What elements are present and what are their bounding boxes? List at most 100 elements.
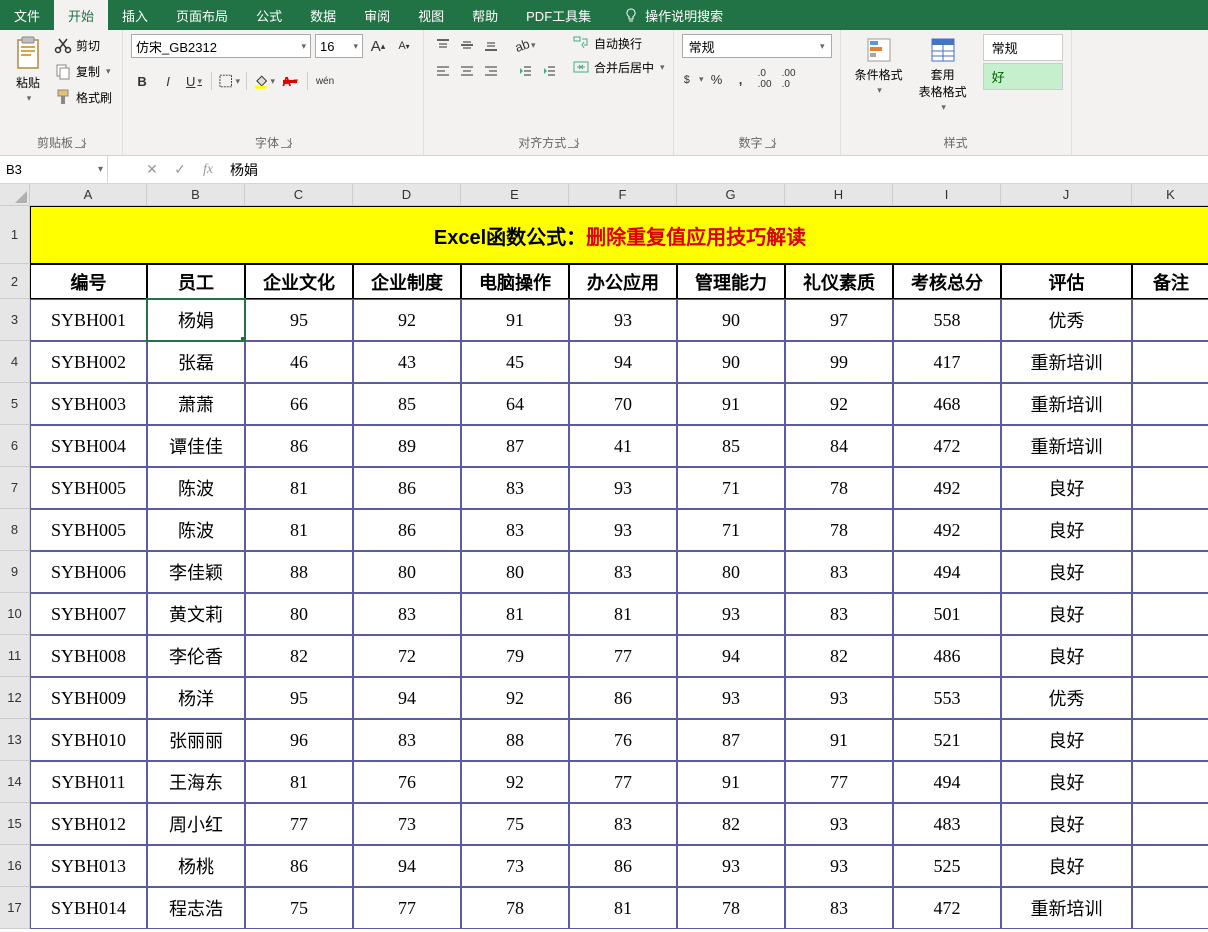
column-header-G[interactable]: G [677,184,785,206]
dialog-launcher-icon[interactable] [765,138,775,148]
cell-D10[interactable]: 83 [353,593,461,635]
cell-F4[interactable]: 94 [569,341,677,383]
header-cell[interactable]: 备注 [1132,264,1208,299]
cell-J11[interactable]: 良好 [1001,635,1132,677]
cell-J12[interactable]: 优秀 [1001,677,1132,719]
cell-A4[interactable]: SYBH002 [30,341,147,383]
cell-K8[interactable] [1132,509,1208,551]
cell-E12[interactable]: 92 [461,677,569,719]
row-header-11[interactable]: 11 [0,635,30,677]
cell-F6[interactable]: 41 [569,425,677,467]
cell-B16[interactable]: 杨桃 [147,845,245,887]
percent-button[interactable]: % [706,68,728,90]
cell-J9[interactable]: 良好 [1001,551,1132,593]
cell-D14[interactable]: 76 [353,761,461,803]
cell-B9[interactable]: 李佳颖 [147,551,245,593]
header-cell[interactable]: 礼仪素质 [785,264,893,299]
cell-D5[interactable]: 85 [353,383,461,425]
ribbon-tab-9[interactable]: PDF工具集 [512,0,605,30]
ribbon-tab-7[interactable]: 视图 [404,0,458,30]
cell-J16[interactable]: 良好 [1001,845,1132,887]
cell-C14[interactable]: 81 [245,761,353,803]
cell-K9[interactable] [1132,551,1208,593]
row-header-1[interactable]: 1 [0,206,30,264]
cell-D17[interactable]: 77 [353,887,461,929]
merge-center-button[interactable]: 合并后居中▾ [572,58,665,76]
header-cell[interactable]: 企业文化 [245,264,353,299]
cell-C9[interactable]: 88 [245,551,353,593]
cell-K14[interactable] [1132,761,1208,803]
cell-C6[interactable]: 86 [245,425,353,467]
cell-A9[interactable]: SYBH006 [30,551,147,593]
cell-J7[interactable]: 良好 [1001,467,1132,509]
row-header-16[interactable]: 16 [0,845,30,887]
header-cell[interactable]: 管理能力 [677,264,785,299]
cell-I4[interactable]: 417 [893,341,1001,383]
cell-B12[interactable]: 杨洋 [147,677,245,719]
align-middle-button[interactable] [456,34,478,56]
cell-A13[interactable]: SYBH010 [30,719,147,761]
cell-K4[interactable] [1132,341,1208,383]
cell-G5[interactable]: 91 [677,383,785,425]
cell-G17[interactable]: 78 [677,887,785,929]
cell-K3[interactable] [1132,299,1208,341]
cell-G6[interactable]: 85 [677,425,785,467]
cell-K10[interactable] [1132,593,1208,635]
row-header-13[interactable]: 13 [0,719,30,761]
cell-F16[interactable]: 86 [569,845,677,887]
cell-H4[interactable]: 99 [785,341,893,383]
cell-C10[interactable]: 80 [245,593,353,635]
row-header-14[interactable]: 14 [0,761,30,803]
align-bottom-button[interactable] [480,34,502,56]
align-left-button[interactable] [432,60,454,82]
column-header-C[interactable]: C [245,184,353,206]
header-cell[interactable]: 编号 [30,264,147,299]
cell-E17[interactable]: 78 [461,887,569,929]
cell-J17[interactable]: 重新培训 [1001,887,1132,929]
cell-E14[interactable]: 92 [461,761,569,803]
cell-H10[interactable]: 83 [785,593,893,635]
cell-G3[interactable]: 90 [677,299,785,341]
column-header-I[interactable]: I [893,184,1001,206]
cell-G4[interactable]: 90 [677,341,785,383]
cell-E15[interactable]: 75 [461,803,569,845]
cell-I12[interactable]: 553 [893,677,1001,719]
column-header-J[interactable]: J [1001,184,1132,206]
ribbon-tab-6[interactable]: 审阅 [350,0,404,30]
cell-I8[interactable]: 492 [893,509,1001,551]
cell-C3[interactable]: 95 [245,299,353,341]
cell-G12[interactable]: 93 [677,677,785,719]
cell-A6[interactable]: SYBH004 [30,425,147,467]
ribbon-tab-3[interactable]: 页面布局 [162,0,242,30]
cell-A14[interactable]: SYBH011 [30,761,147,803]
grow-font-button[interactable]: A▴ [367,35,389,57]
row-header-4[interactable]: 4 [0,341,30,383]
cell-C12[interactable]: 95 [245,677,353,719]
enter-formula-button[interactable]: ✓ [166,156,194,183]
cell-E4[interactable]: 45 [461,341,569,383]
cell-K5[interactable] [1132,383,1208,425]
ribbon-tab-4[interactable]: 公式 [242,0,296,30]
cell-I14[interactable]: 494 [893,761,1001,803]
cell-B8[interactable]: 陈波 [147,509,245,551]
cell-J13[interactable]: 良好 [1001,719,1132,761]
cell-D8[interactable]: 86 [353,509,461,551]
cell-H6[interactable]: 84 [785,425,893,467]
column-header-H[interactable]: H [785,184,893,206]
cell-J4[interactable]: 重新培训 [1001,341,1132,383]
cell-B15[interactable]: 周小红 [147,803,245,845]
cell-A16[interactable]: SYBH013 [30,845,147,887]
cell-E7[interactable]: 83 [461,467,569,509]
cell-J14[interactable]: 良好 [1001,761,1132,803]
shrink-font-button[interactable]: A▾ [393,35,415,57]
cell-H12[interactable]: 93 [785,677,893,719]
cell-K11[interactable] [1132,635,1208,677]
cell-G8[interactable]: 71 [677,509,785,551]
row-header-10[interactable]: 10 [0,593,30,635]
cell-A3[interactable]: SYBH001 [30,299,147,341]
cell-B6[interactable]: 谭佳佳 [147,425,245,467]
cell-F5[interactable]: 70 [569,383,677,425]
row-header-9[interactable]: 9 [0,551,30,593]
decrease-decimal-button[interactable]: .00.0 [778,68,800,90]
cell-H11[interactable]: 82 [785,635,893,677]
